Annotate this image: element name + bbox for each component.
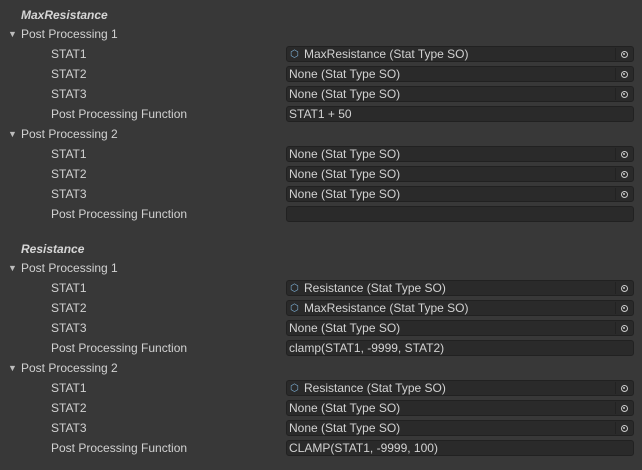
stat1-object-field[interactable]: None (Stat Type SO) [286, 146, 634, 162]
function-row: Post Processing Function STAT1 + 50 [0, 105, 642, 123]
function-label: Post Processing Function [51, 107, 188, 121]
object-picker-icon[interactable] [615, 88, 632, 100]
scriptable-object-icon: ⬡ [290, 282, 299, 294]
stat3-row: STAT3 None (Stat Type SO) [0, 419, 642, 437]
object-picker-icon[interactable] [615, 402, 632, 414]
stat1-row: STAT1 ⬡ Resistance (Stat Type SO) [0, 379, 642, 397]
stat2-label: STAT2 [51, 67, 87, 81]
stat3-value: None (Stat Type SO) [289, 187, 401, 201]
foldout-label: Post Processing 2 [21, 127, 118, 141]
stat2-object-field[interactable]: None (Stat Type SO) [286, 166, 634, 182]
triangle-down-icon[interactable]: ▼ [8, 25, 21, 43]
stat3-label: STAT3 [51, 421, 87, 435]
stat2-row: STAT2 None (Stat Type SO) [0, 65, 642, 83]
stat3-row: STAT3 None (Stat Type SO) [0, 85, 642, 103]
stat2-row: STAT2 ⬡ MaxResistance (Stat Type SO) [0, 299, 642, 317]
function-label: Post Processing Function [51, 441, 188, 455]
stat2-object-field[interactable]: ⬡ MaxResistance (Stat Type SO) [286, 300, 634, 316]
foldout-label: Post Processing 1 [21, 261, 118, 275]
stat2-value: None (Stat Type SO) [289, 401, 401, 415]
stat3-object-field[interactable]: None (Stat Type SO) [286, 186, 634, 202]
function-input[interactable]: CLAMP(STAT1, -9999, 100) [286, 440, 634, 456]
stat1-row: STAT1 ⬡ Resistance (Stat Type SO) [0, 279, 642, 297]
stat3-object-field[interactable]: None (Stat Type SO) [286, 86, 634, 102]
object-picker-icon[interactable] [615, 282, 632, 294]
stat2-object-field[interactable]: None (Stat Type SO) [286, 400, 634, 416]
stat3-value: None (Stat Type SO) [289, 421, 401, 435]
stat3-label: STAT3 [51, 87, 87, 101]
stat2-object-field[interactable]: None (Stat Type SO) [286, 66, 634, 82]
stat1-object-field[interactable]: ⬡ Resistance (Stat Type SO) [286, 380, 634, 396]
stat1-value: MaxResistance (Stat Type SO) [304, 47, 469, 61]
stat1-value: Resistance (Stat Type SO) [304, 381, 446, 395]
stat3-row: STAT3 None (Stat Type SO) [0, 319, 642, 337]
function-input[interactable]: STAT1 + 50 [286, 106, 634, 122]
stat1-label: STAT1 [51, 47, 87, 61]
object-picker-icon[interactable] [615, 48, 632, 60]
scriptable-object-icon: ⬡ [290, 48, 299, 60]
object-picker-icon[interactable] [615, 382, 632, 394]
scriptable-object-icon: ⬡ [290, 302, 299, 314]
function-row: Post Processing Function [0, 205, 642, 223]
foldout-label: Post Processing 1 [21, 27, 118, 41]
stat1-object-field[interactable]: ⬡ MaxResistance (Stat Type SO) [286, 46, 634, 62]
stat3-object-field[interactable]: None (Stat Type SO) [286, 420, 634, 436]
stat2-row: STAT2 None (Stat Type SO) [0, 165, 642, 183]
stat2-value: None (Stat Type SO) [289, 167, 401, 181]
stat1-label: STAT1 [51, 147, 87, 161]
function-input[interactable] [286, 206, 634, 222]
object-picker-icon[interactable] [615, 148, 632, 160]
stat2-value: None (Stat Type SO) [289, 67, 401, 81]
stat2-label: STAT2 [51, 167, 87, 181]
stat1-label: STAT1 [51, 381, 87, 395]
triangle-down-icon[interactable]: ▼ [8, 125, 21, 143]
object-picker-icon[interactable] [615, 422, 632, 434]
function-input[interactable]: clamp(STAT1, -9999, STAT2) [286, 340, 634, 356]
object-picker-icon[interactable] [615, 68, 632, 80]
section-title-maxresistance: MaxResistance [21, 8, 108, 22]
stat2-value: MaxResistance (Stat Type SO) [304, 301, 469, 315]
stat3-label: STAT3 [51, 187, 87, 201]
stat1-row: STAT1 ⬡ MaxResistance (Stat Type SO) [0, 45, 642, 63]
stat2-row: STAT2 None (Stat Type SO) [0, 399, 642, 417]
stat1-object-field[interactable]: ⬡ Resistance (Stat Type SO) [286, 280, 634, 296]
object-picker-icon[interactable] [615, 302, 632, 314]
function-row: Post Processing Function clamp(STAT1, -9… [0, 339, 642, 357]
stat2-label: STAT2 [51, 401, 87, 415]
object-picker-icon[interactable] [615, 168, 632, 180]
stat1-value: Resistance (Stat Type SO) [304, 281, 446, 295]
stat1-value: None (Stat Type SO) [289, 147, 401, 161]
scriptable-object-icon: ⬡ [290, 382, 299, 394]
object-picker-icon[interactable] [615, 188, 632, 200]
stat3-row: STAT3 None (Stat Type SO) [0, 185, 642, 203]
foldout-post-processing-2[interactable]: ▼ Post Processing 2 [8, 125, 118, 143]
foldout-post-processing-1[interactable]: ▼ Post Processing 1 [8, 25, 118, 43]
triangle-down-icon[interactable]: ▼ [8, 259, 21, 277]
section-title-resistance: Resistance [21, 242, 85, 256]
stat3-value: None (Stat Type SO) [289, 87, 401, 101]
foldout-post-processing-2[interactable]: ▼ Post Processing 2 [8, 359, 118, 377]
function-label: Post Processing Function [51, 207, 188, 221]
foldout-label: Post Processing 2 [21, 361, 118, 375]
object-picker-icon[interactable] [615, 322, 632, 334]
function-label: Post Processing Function [51, 341, 188, 355]
stat1-row: STAT1 None (Stat Type SO) [0, 145, 642, 163]
stat3-object-field[interactable]: None (Stat Type SO) [286, 320, 634, 336]
function-row: Post Processing Function CLAMP(STAT1, -9… [0, 439, 642, 457]
stat3-value: None (Stat Type SO) [289, 321, 401, 335]
foldout-post-processing-1[interactable]: ▼ Post Processing 1 [8, 259, 118, 277]
triangle-down-icon[interactable]: ▼ [8, 359, 21, 377]
stat3-label: STAT3 [51, 321, 87, 335]
stat2-label: STAT2 [51, 301, 87, 315]
stat1-label: STAT1 [51, 281, 87, 295]
